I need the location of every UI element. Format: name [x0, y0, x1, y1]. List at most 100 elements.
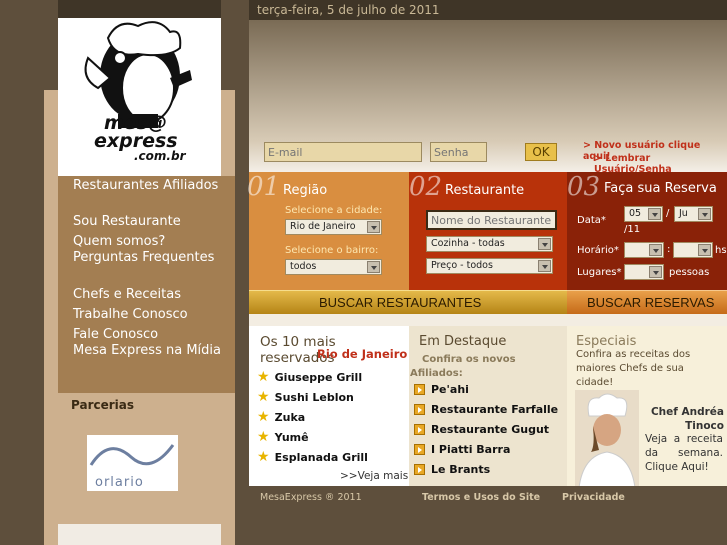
restaurant-panel: 02 Restaurante Cozinha - todas Preço - t…	[409, 172, 567, 290]
list-item-label: Le Brants	[431, 463, 491, 476]
star-icon: ★	[257, 429, 270, 445]
year-text: /11	[624, 224, 641, 235]
password-input[interactable]	[430, 142, 487, 162]
price-select[interactable]: Preço - todos	[426, 258, 553, 274]
arrow-right-icon	[414, 384, 425, 395]
star-icon: ★	[257, 389, 270, 405]
terms-link[interactable]: Termos e Usos do Site	[422, 492, 540, 503]
region-title: Região	[283, 183, 328, 198]
email-input[interactable]	[264, 142, 422, 162]
list-item[interactable]: ★ Zuka	[257, 406, 305, 425]
see-more-link[interactable]: >>Veja mais	[340, 470, 408, 482]
current-date: terça-feira, 5 de julho de 2011	[257, 3, 440, 17]
day-select-value: 05	[629, 208, 642, 219]
list-item-label: Pe'ahi	[431, 383, 469, 396]
date-separator: /	[666, 208, 670, 219]
seats-label: Lugares*	[577, 267, 622, 278]
featured-subtitle: Confira os novos Afiliados:	[410, 354, 516, 379]
chevron-down-icon	[698, 208, 711, 220]
list-item[interactable]: Restaurante Gugut	[414, 423, 549, 436]
list-item-label: Restaurante Gugut	[431, 423, 550, 436]
city-select-value: Rio de Janeiro	[290, 221, 356, 232]
chevron-down-icon	[538, 260, 551, 272]
main-nav: Restaurantes Afiliados Sou Restaurante Q…	[58, 176, 235, 393]
list-item-label: Sushi Leblon	[274, 391, 354, 404]
restaurant-step-number: 02	[409, 172, 443, 202]
nav-item-chefs-receitas[interactable]: Chefs e Receitas	[73, 287, 181, 303]
nav-item-quem-somos[interactable]: Quem somos?	[73, 234, 165, 250]
chef-portrait-icon	[578, 393, 636, 489]
arrow-right-icon	[414, 404, 425, 415]
logo-line2: express	[94, 130, 178, 152]
chevron-down-icon	[367, 261, 380, 273]
star-icon: ★	[257, 369, 270, 385]
month-select[interactable]: Ju	[674, 206, 713, 222]
people-unit: pessoas	[669, 267, 710, 278]
list-item-label: Giuseppe Grill	[274, 371, 363, 384]
logo[interactable]: mes@ express .com.br	[58, 18, 221, 176]
partners-box: Parcerias orlario	[58, 393, 235, 513]
specials-title: Especiais	[576, 334, 637, 349]
chevron-down-icon	[538, 238, 551, 250]
partner-logo[interactable]: orlario	[87, 435, 178, 491]
top10-city: Rio de Janeiro	[317, 347, 408, 361]
list-item[interactable]: Pe'ahi	[414, 383, 469, 396]
login-ok-button[interactable]: OK	[525, 143, 557, 161]
district-select[interactable]: todos	[285, 259, 382, 275]
specials-section: Especiais Confira as receitas dos maiore…	[567, 326, 727, 489]
chef-recipe-text[interactable]: Veja a receita da semana. Clique Aqui!	[645, 432, 723, 474]
privacy-link[interactable]: Privacidade	[562, 492, 625, 503]
nav-item-sou-restaurante[interactable]: Sou Restaurante	[73, 214, 181, 230]
nav-item-fale-conosco[interactable]: Fale Conosco	[73, 327, 158, 343]
day-select[interactable]: 05	[624, 206, 663, 222]
logo-top-strip	[58, 0, 221, 18]
reservation-panel: 03 Faça sua Reserva Data* 05 / Ju /11 Ho…	[567, 172, 727, 290]
hour-separator: :	[667, 244, 671, 255]
restaurant-title: Restaurante	[445, 183, 525, 198]
list-item[interactable]: Restaurante Farfalle	[414, 403, 558, 416]
reservation-title: Faça sua Reserva	[604, 181, 717, 196]
footer: MesaExpress ® 2011 Termos e Usos do Site…	[249, 486, 727, 508]
partner-logo-text: orlario	[95, 475, 144, 490]
list-item[interactable]: ★ Sushi Leblon	[257, 386, 354, 405]
nav-item-restaurantes-afiliados[interactable]: Restaurantes Afiliados	[58, 178, 228, 194]
city-label: Selecione a cidade:	[285, 205, 383, 216]
chevron-down-icon	[367, 221, 380, 233]
list-item-label: Zuka	[274, 411, 306, 424]
chevron-down-icon	[649, 266, 662, 278]
cuisine-select[interactable]: Cozinha - todas	[426, 236, 553, 252]
restaurant-name-input[interactable]	[426, 210, 557, 230]
date-label: Data*	[577, 215, 606, 226]
search-restaurants-button[interactable]: BUSCAR RESTAURANTES	[249, 290, 567, 314]
city-select[interactable]: Rio de Janeiro	[285, 219, 382, 235]
list-item[interactable]: Le Brants	[414, 463, 490, 476]
chef-photo[interactable]	[575, 390, 639, 489]
featured-title: Em Destaque	[419, 334, 507, 349]
list-item-label: Esplanada Grill	[274, 451, 368, 464]
list-item[interactable]: ★ Esplanada Grill	[257, 446, 368, 465]
chevron-down-icon	[648, 208, 661, 220]
nav-item-perguntas-frequentes[interactable]: Perguntas Frequentes	[58, 250, 228, 266]
star-icon: ★	[257, 409, 270, 425]
hour-select[interactable]	[624, 242, 664, 258]
chef-name[interactable]: Chef Andréa Tinoco	[646, 405, 724, 433]
list-item[interactable]: ★ Yumê	[257, 426, 309, 445]
search-reservations-button[interactable]: BUSCAR RESERVAS	[567, 290, 727, 314]
arrow-right-icon	[414, 424, 425, 435]
reservation-step-number: 03	[567, 172, 601, 202]
chevron-down-icon	[649, 244, 662, 256]
list-item-label: Yumê	[274, 431, 309, 444]
list-item[interactable]: I Piatti Barra	[414, 443, 510, 456]
specials-text: Confira as receitas dos maiores Chefs de…	[576, 349, 691, 388]
district-label: Selecione o bairro:	[285, 245, 379, 256]
cuisine-select-value: Cozinha - todas	[431, 238, 505, 249]
minute-select[interactable]	[673, 242, 713, 258]
list-item[interactable]: ★ Giuseppe Grill	[257, 366, 362, 385]
search-reservations-label: BUSCAR RESERVAS	[587, 295, 715, 310]
arrow-right-icon	[414, 464, 425, 475]
seats-select[interactable]	[624, 264, 664, 280]
partner-wave-icon	[89, 444, 175, 466]
chevron-down-icon	[698, 244, 711, 256]
nav-item-mesa-express-midia[interactable]: Mesa Express na Mídia	[58, 343, 228, 359]
nav-item-trabalhe-conosco[interactable]: Trabalhe Conosco	[73, 307, 188, 323]
